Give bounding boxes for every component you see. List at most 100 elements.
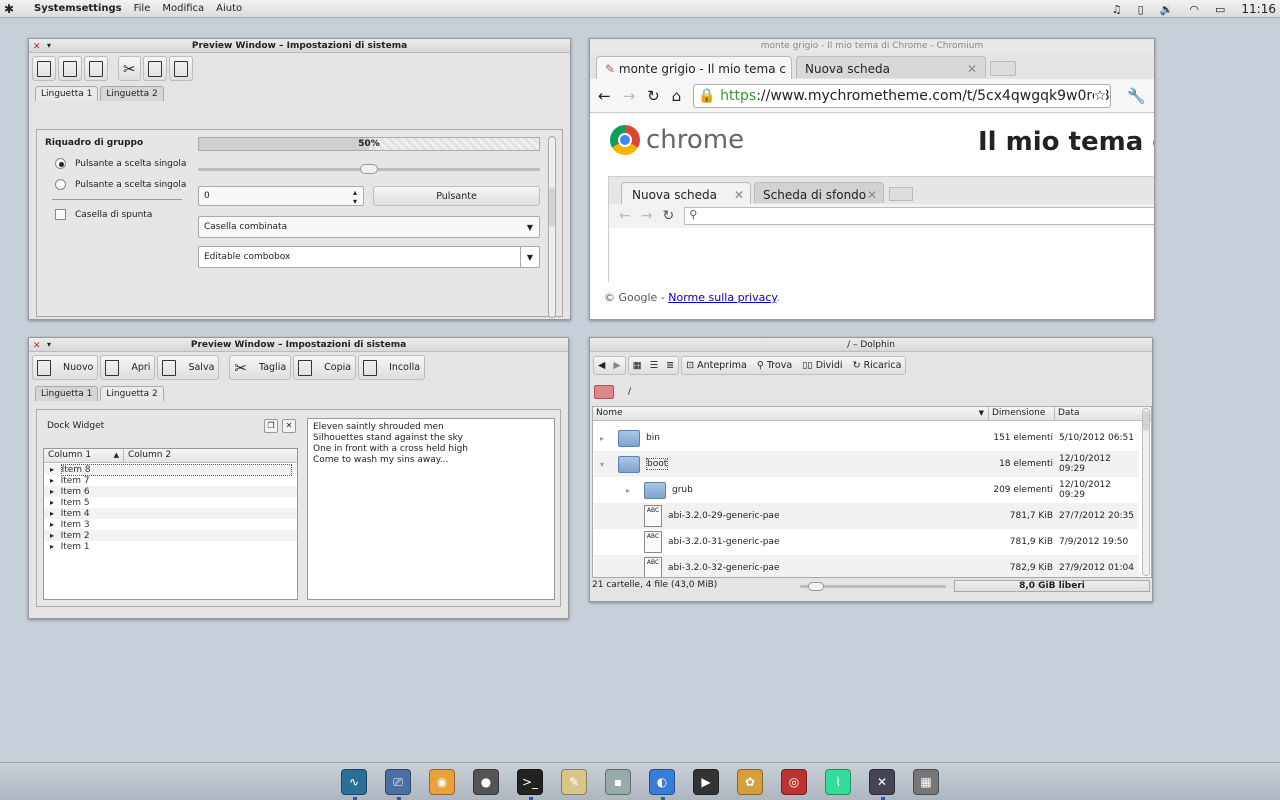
camera-icon[interactable]: ● (473, 769, 499, 795)
tab-close-icon[interactable]: ✕ (734, 188, 744, 202)
dock-close-button[interactable]: ✕ (282, 419, 296, 433)
home-icon[interactable]: ⌂ (672, 87, 682, 105)
date-column-header[interactable]: Data (1055, 407, 1080, 420)
spin-arrows-icon[interactable]: ▴ ▾ (353, 188, 357, 206)
push-button[interactable]: Pulsante (373, 186, 540, 206)
tab-close-icon[interactable]: ✕ (967, 62, 977, 76)
photos-icon[interactable]: ✿ (737, 769, 763, 795)
close-icon[interactable]: ✕ (33, 40, 41, 54)
menu-aiuto[interactable]: Aiuto (216, 3, 242, 14)
menu-arrow-icon[interactable]: ▾ (47, 338, 51, 352)
new-button[interactable] (32, 56, 56, 81)
paste-button[interactable]: Incolla (358, 355, 426, 380)
dock-float-button[interactable]: ❐ (264, 419, 278, 433)
dropdown-arrow-icon[interactable]: ▼ (527, 253, 533, 262)
expand-arrow-icon[interactable]: ▸ (50, 531, 57, 540)
file-row[interactable]: ▸ grub 209 elementi 12/10/2012 09:29 (594, 477, 1139, 503)
slider-handle[interactable] (360, 164, 378, 174)
tree-item[interactable]: ▸ Item 5 (44, 497, 297, 508)
preview-new-tab[interactable] (889, 187, 913, 201)
cut-button[interactable]: ✂ Taglia (229, 355, 292, 380)
tree-item[interactable]: ▸ Item 3 (44, 519, 297, 530)
scrollbar[interactable] (548, 136, 556, 318)
expand-arrow-icon[interactable]: ▸ (50, 465, 57, 474)
radio-2[interactable]: Pulsante a scelta singola (55, 179, 186, 190)
cut-button[interactable]: ✂ (118, 56, 141, 81)
expand-arrow-icon[interactable]: ▾ (594, 460, 608, 469)
columns-view-icon[interactable]: ≣ (666, 360, 674, 371)
tools-icon[interactable]: ✕ (869, 769, 895, 800)
expand-arrow-icon[interactable]: ▸ (50, 520, 57, 529)
forward-icon[interactable]: → (623, 87, 636, 105)
titlebar[interactable]: monte grigio - Il mio tema di Chrome - C… (590, 39, 1154, 53)
tree-item[interactable]: ▸ Item 1 (44, 541, 297, 552)
titlebar[interactable]: ✕ ▾ Preview Window – Impostazioni di sist… (29, 39, 570, 53)
expand-arrow-icon[interactable]: ▸ (50, 509, 57, 518)
scrollbar[interactable] (1142, 408, 1150, 576)
checkbox[interactable]: Casella di spunta (55, 209, 152, 220)
back-icon[interactable]: ← (598, 87, 611, 105)
clock[interactable]: 11:16 (1241, 2, 1276, 16)
back-icon[interactable]: ◀ (598, 360, 605, 371)
open-button[interactable]: Apri (100, 355, 156, 380)
file-row[interactable]: ▾ boot 18 elementi 12/10/2012 09:29 (594, 451, 1139, 477)
menu-arrow-icon[interactable]: ▾ (47, 39, 51, 53)
omnibox[interactable]: 🔒 https://www.mychrometheme.com/t/5cx4qw… (693, 83, 1112, 108)
browser-icon[interactable]: ◐ (649, 769, 675, 800)
kde-menu-icon[interactable]: ✱ (0, 2, 18, 16)
reload-icon[interactable]: ↻ (647, 87, 660, 105)
tree-item[interactable]: ▸ Item 7 (44, 475, 297, 486)
star-icon[interactable]: ☆ (1093, 87, 1107, 104)
tab-linguetta-2[interactable]: Linguetta 2 (100, 386, 164, 401)
expand-arrow-icon[interactable]: ▸ (50, 476, 57, 485)
zoom-slider[interactable] (800, 582, 946, 591)
wifi-icon[interactable]: ◠ (1189, 3, 1199, 16)
titlebar[interactable]: / – Dolphin (590, 338, 1152, 352)
disc-icon[interactable]: ◎ (781, 769, 807, 795)
radio-1[interactable]: Pulsante a scelta singola (55, 158, 186, 169)
terminal-wave-icon[interactable]: ∿ (341, 769, 367, 800)
file-row[interactable]: ABC abi-3.2.0-32-generic-pae 782,9 KiB 27/9… (594, 555, 1139, 577)
terminal-icon[interactable]: >_ (517, 769, 543, 800)
tree-item[interactable]: ▸ Item 2 (44, 530, 297, 541)
battery-icon[interactable]: ▭ (1215, 3, 1225, 16)
copy-button[interactable]: Copia (293, 355, 357, 380)
tree-item[interactable]: ▸ Item 8 (44, 464, 297, 476)
find-button[interactable]: ⚲ Trova (757, 360, 792, 371)
text-editor-icon[interactable]: ✎ (561, 769, 587, 795)
remote-desktop-icon[interactable]: ⎚ (385, 769, 411, 800)
tree-view[interactable]: Column 1 ▲ Column 2 ▸ Item 8 ▸ Item 7 ▸ Ite… (43, 448, 298, 600)
new-tab-button[interactable] (990, 61, 1016, 76)
tab-active[interactable]: ✎ monte grigio - Il mio tema c (596, 56, 792, 79)
file-view[interactable]: Nome ▼ Dimensione Data ▸ bin 151 elementi 5/… (592, 406, 1152, 578)
expand-arrow-icon[interactable]: ▸ (50, 542, 57, 551)
tab-linguetta-1[interactable]: Linguetta 1 (35, 86, 99, 101)
file-row[interactable]: ABC abi-3.2.0-31-generic-pae 781,9 KiB 7/9/… (594, 529, 1139, 555)
menu-modifica[interactable]: Modifica (162, 3, 204, 14)
file-row[interactable]: ABC abi-3.2.0-29-generic-pae 781,7 KiB 27/7… (594, 503, 1139, 529)
expand-arrow-icon[interactable]: ▸ (594, 486, 634, 495)
expand-arrow-icon[interactable]: ▸ (594, 434, 608, 443)
file-row[interactable]: ▸ bin 151 elementi 5/10/2012 06:51 (594, 425, 1139, 451)
preview-tab-2[interactable]: Scheda di sfondo ✕ (754, 182, 884, 203)
tree-item[interactable]: ▸ Item 4 (44, 508, 297, 519)
titlebar[interactable]: ✕ ▾ Preview Window – Impostazioni di sist… (29, 338, 568, 352)
copy-button[interactable] (142, 56, 167, 81)
calculator-icon[interactable]: ▦ (913, 769, 939, 795)
reload-button[interactable]: ↻ Ricarica (853, 360, 902, 371)
spinbox[interactable]: 0 ▴ ▾ (198, 186, 364, 206)
size-column-header[interactable]: Dimensione (989, 407, 1055, 420)
wrench-icon[interactable]: 🔧 (1127, 87, 1146, 105)
split-button[interactable]: ▯▯ Dividi (802, 360, 842, 371)
save-button[interactable] (84, 56, 108, 81)
preview-tab-1[interactable]: Nuova scheda ✕ (621, 182, 751, 204)
icons-view-icon[interactable]: ▦ (633, 360, 642, 371)
music-icon[interactable]: ♫ (1112, 3, 1122, 16)
tab-linguetta-2[interactable]: Linguetta 2 (100, 86, 164, 101)
combobox[interactable]: Casella combinata ▼ (198, 216, 540, 238)
tree-item[interactable]: ▸ Item 6 (44, 486, 297, 497)
forward-icon[interactable]: ▶ (613, 360, 620, 371)
system-settings-icon[interactable]: ▪ (605, 769, 631, 795)
name-column-header[interactable]: Nome ▼ (593, 407, 989, 420)
save-button[interactable]: Salva (157, 355, 220, 380)
